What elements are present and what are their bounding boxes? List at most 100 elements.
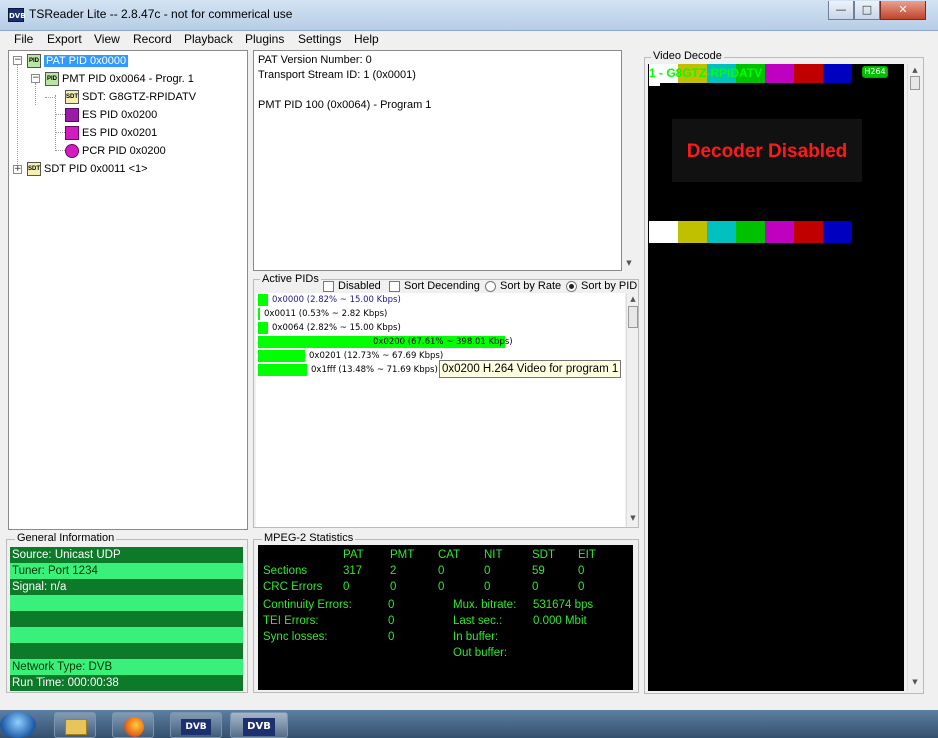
header-pmt: PMT (390, 549, 415, 561)
pid-rate-bar (258, 322, 268, 334)
pid-rate-label: 0x1fff (13.48% ~ 71.69 Kbps) (311, 365, 438, 375)
pid-rate-label: 0x0200 (67.61% ~ 398.01 Kbps) (373, 337, 513, 347)
tree-item-es1[interactable]: ES PID 0x0200 (65, 107, 157, 123)
tree-label-sdt: SDT PID 0x0011 <1> (44, 163, 148, 175)
pid-rate-bar (258, 308, 260, 320)
scroll-down-arrow-icon[interactable]: ▼ (628, 514, 638, 522)
menu-view[interactable]: View (94, 32, 120, 46)
sync-label: Sync losses: (263, 631, 328, 643)
continuity-label: Continuity Errors: (263, 599, 352, 611)
title-bar[interactable]: DVB TSReader Lite -- 2.8.47c - not for c… (0, 0, 938, 31)
video-scroll-up-icon[interactable]: ▲ (910, 66, 920, 74)
header-eit: EIT (578, 549, 596, 561)
pid-rate-label: 0x0011 (0.53% ~ 2.82 Kbps) (264, 309, 388, 319)
tree-item-sdt-child[interactable]: SDT SDT: G8GTZ-RPIDATV (65, 89, 196, 105)
continuity-value: 0 (388, 599, 395, 611)
pmt-pid-icon: PID (45, 72, 59, 87)
video-scrollbar[interactable]: ▲ ▼ (907, 64, 921, 691)
sdt-icon: SDT (65, 90, 79, 105)
tree-label-sdt-child: SDT: G8GTZ-RPIDATV (82, 91, 197, 103)
sort-by-rate-radio[interactable]: Sort by Rate (485, 280, 561, 292)
disabled-checkbox-label: Disabled (338, 280, 381, 292)
in-buffer-label: In buffer: (453, 631, 499, 643)
start-orb-icon[interactable] (0, 712, 36, 738)
color-bar-bottom-4 (765, 221, 794, 243)
active-pids-scrollbar[interactable]: ▲ ▼ (626, 294, 638, 526)
gi-empty-1 (10, 595, 243, 611)
general-info-title: General Information (15, 532, 117, 544)
window-title: TSReader Lite -- 2.8.47c - not for comme… (29, 7, 293, 21)
minimize-button[interactable]: — (828, 1, 854, 20)
sort-by-rate-label: Sort by Rate (500, 280, 562, 292)
scroll-down-arrow-icon[interactable]: ▼ (624, 259, 634, 267)
header-sdt: SDT (532, 549, 555, 561)
ts-id-text: Transport Stream ID: 1 (0x0001) (258, 69, 416, 81)
codec-badge: H264 (862, 66, 888, 78)
gi-run-time: Run Time: 000:00:38 (10, 675, 243, 691)
crc-sdt: 0 (532, 581, 539, 593)
taskbar-firefox[interactable] (112, 712, 154, 738)
pcr-clock-icon (65, 144, 79, 159)
decoder-disabled-text: Decoder Disabled (686, 141, 848, 162)
sort-descending-checkbox[interactable]: Sort Decending (389, 280, 480, 292)
color-bar-bottom-2 (707, 221, 736, 243)
taskbar-tsreader-1[interactable]: DVB (170, 712, 222, 738)
sections-sdt: 59 (532, 565, 545, 577)
expand-sdt-toggle[interactable]: + (13, 165, 22, 174)
pid-info-panel[interactable]: PAT Version Number: 0 Transport Stream I… (253, 50, 632, 271)
menu-playback[interactable]: Playback (184, 32, 233, 46)
scroll-thumb[interactable] (628, 306, 638, 328)
video-scroll-thumb[interactable] (910, 76, 920, 90)
close-button[interactable]: ✕ (880, 1, 926, 20)
tree-item-pcr[interactable]: PCR PID 0x0200 (65, 143, 166, 159)
pid-rate-bar (258, 294, 268, 306)
mpeg2-stats-title: MPEG-2 Statistics (262, 532, 356, 544)
tree-item-es2[interactable]: ES PID 0x0201 (65, 125, 157, 141)
last-sec-label: Last sec.: (453, 615, 503, 627)
crc-nit: 0 (484, 581, 491, 593)
menu-help[interactable]: Help (354, 32, 379, 46)
last-sec-value: 0.000 Mbit (533, 615, 587, 627)
dvb-icon: DVB (181, 719, 211, 735)
disabled-checkbox-box (323, 280, 334, 292)
expand-pmt-toggle[interactable]: − (31, 74, 40, 83)
taskbar-tsreader-2[interactable]: DVB (230, 712, 288, 738)
scroll-up-arrow-icon[interactable]: ▲ (628, 295, 638, 303)
tree-item-sdt[interactable]: SDT SDT PID 0x0011 <1> (27, 161, 148, 177)
gi-empty-4 (10, 643, 243, 659)
expand-pat-toggle[interactable]: − (13, 56, 22, 65)
app-icon: DVB (8, 8, 26, 22)
maximize-button[interactable]: □ (854, 1, 880, 20)
sort-by-pid-radio[interactable]: Sort by PID (566, 280, 637, 292)
menu-record[interactable]: Record (133, 32, 172, 46)
gi-empty-2 (10, 611, 243, 627)
gi-tuner: Tuner: Port 1234 (10, 563, 243, 579)
pid-rate-bar (258, 350, 305, 362)
video-scroll-down-icon[interactable]: ▼ (910, 678, 920, 686)
gi-empty-3 (10, 627, 243, 643)
taskbar-explorer[interactable] (54, 712, 96, 738)
sync-value: 0 (388, 631, 395, 643)
header-pat: PAT (343, 549, 364, 561)
pid-rate-label: 0x0000 (2.82% ~ 15.00 Kbps) (272, 295, 401, 305)
tree-label-pmt: PMT PID 0x0064 - Progr. 1 (62, 73, 194, 85)
color-bar-bottom-0 (649, 221, 678, 243)
gi-network-type: Network Type: DVB (10, 659, 243, 675)
menu-plugins[interactable]: Plugins (245, 32, 284, 46)
header-cat: CAT (438, 549, 461, 561)
pid-tooltip: 0x0200 H.264 Video for program 1 (439, 360, 621, 378)
menu-file[interactable]: File (14, 32, 33, 46)
es-video-icon (65, 108, 79, 123)
tree-label-es2: ES PID 0x0201 (82, 127, 158, 139)
pid-tree-panel[interactable]: − PID PAT PID 0x0000 − PID PMT PID 0x0064 … (8, 50, 248, 530)
tree-item-pmt[interactable]: PID PMT PID 0x0064 - Progr. 1 (45, 71, 194, 87)
tree-item-pat[interactable]: PID PAT PID 0x0000 (27, 53, 129, 69)
tree-label-pcr: PCR PID 0x0200 (82, 145, 166, 157)
menu-settings[interactable]: Settings (298, 32, 341, 46)
video-output[interactable]: Decoder Disabled 1 - G8GTZ-RPIDATV H264 (648, 64, 904, 691)
disabled-checkbox[interactable]: Disabled (323, 280, 381, 292)
menu-export[interactable]: Export (47, 32, 82, 46)
sections-label: Sections (263, 565, 308, 577)
active-pids-title: Active PIDs (260, 273, 321, 285)
sections-eit: 0 (578, 565, 585, 577)
